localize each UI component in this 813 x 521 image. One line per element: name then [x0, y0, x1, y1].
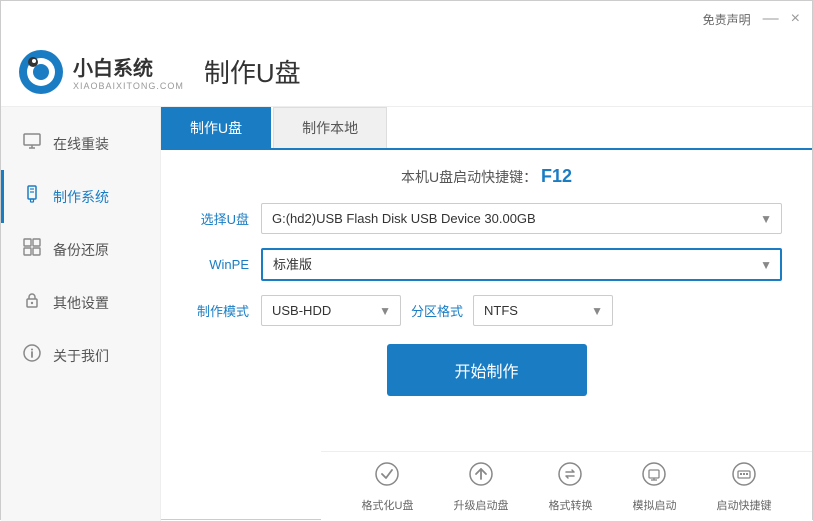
toolbar-label-format-convert: 格式转换 [548, 497, 592, 513]
sidebar-label-other-settings: 其他设置 [53, 293, 109, 313]
minimize-button[interactable]: — [763, 11, 779, 27]
sidebar-item-other-settings[interactable]: 其他设置 [1, 276, 160, 329]
sidebar-item-online-reinstall[interactable]: 在线重装 [1, 117, 160, 170]
toolbar-item-format-convert[interactable]: 格式转换 [548, 461, 592, 513]
mode-select-container: USB-HDD USB-ZIP ▼ [261, 295, 401, 326]
partition-label: 分区格式 [411, 301, 463, 320]
info-icon [21, 343, 43, 368]
toolbar-item-boot-hotkey[interactable]: 启动快捷键 [716, 461, 771, 513]
upgrade-boot-icon [468, 461, 494, 493]
usb-select[interactable]: G:(hd2)USB Flash Disk USB Device 30.00GB [261, 203, 782, 234]
close-button[interactable]: × [791, 11, 800, 27]
logo-text: 小白系统 XIAOBAIXITONG.COM [73, 52, 184, 91]
titlebar: 免责声明 — × [1, 1, 812, 37]
split-field: USB-HDD USB-ZIP ▼ 分区格式 NTFS FAT32 exFAT … [261, 295, 782, 326]
toolbar-item-format-usb[interactable]: 格式化U盘 [362, 461, 414, 513]
tab-make-local[interactable]: 制作本地 [273, 107, 387, 148]
winpe-select-container: 标准版 全功能版 ▼ [261, 248, 782, 281]
tabs: 制作U盘 制作本地 [161, 107, 812, 150]
toolbar-item-upgrade-boot[interactable]: 升级启动盘 [453, 461, 508, 513]
toolbar-label-simulate-boot: 模拟启动 [632, 497, 676, 513]
partition-select[interactable]: NTFS FAT32 exFAT [473, 295, 613, 326]
boot-hotkey-icon [731, 461, 757, 493]
lock-icon [21, 290, 43, 315]
page-title: 制作U盘 [204, 53, 301, 90]
format-convert-icon [557, 461, 583, 493]
active-bar [1, 170, 4, 223]
sidebar-label-about-us: 关于我们 [53, 346, 109, 366]
winpe-row: WinPE 标准版 全功能版 ▼ [191, 248, 782, 281]
usb-label: 选择U盘 [191, 209, 261, 228]
tab-make-usb[interactable]: 制作U盘 [161, 107, 271, 148]
logo-icon [17, 48, 65, 96]
hotkey-hint: 本机U盘启动快捷键： F12 [191, 166, 782, 187]
titlebar-actions: 免责声明 — × [703, 11, 800, 28]
usb-select-wrapper: G:(hd2)USB Flash Disk USB Device 30.00GB… [261, 203, 782, 234]
backup-icon [21, 237, 43, 262]
sidebar-item-about-us[interactable]: 关于我们 [1, 329, 160, 382]
disclaimer-link[interactable]: 免责声明 [703, 11, 751, 28]
header: 小白系统 XIAOBAIXITONG.COM 制作U盘 [1, 37, 812, 107]
logo-sub: XIAOBAIXITONG.COM [73, 81, 184, 91]
sidebar-item-backup-restore[interactable]: 备份还原 [1, 223, 160, 276]
mode-select[interactable]: USB-HDD USB-ZIP [261, 295, 401, 326]
toolbar-label-format-usb: 格式化U盘 [362, 497, 414, 513]
monitor-icon [21, 131, 43, 156]
toolbar-item-simulate-boot[interactable]: 模拟启动 [632, 461, 676, 513]
usb-icon [21, 184, 43, 209]
winpe-label: WinPE [191, 257, 261, 272]
format-usb-icon [374, 461, 400, 493]
winpe-select[interactable]: 标准版 全功能版 [261, 248, 782, 281]
hotkey-prefix: 本机U盘启动快捷键： [401, 169, 537, 185]
usb-select-container: G:(hd2)USB Flash Disk USB Device 30.00GB… [261, 203, 782, 234]
logo-title: 小白系统 [73, 52, 184, 81]
sidebar-label-make-system: 制作系统 [53, 187, 109, 207]
form-area: 本机U盘启动快捷键： F12 选择U盘 G:(hd2)USB Flash Dis… [161, 150, 812, 412]
sidebar-label-backup-restore: 备份还原 [53, 240, 109, 260]
toolbar-label-upgrade-boot: 升级启动盘 [453, 497, 508, 513]
main-layout: 在线重装 制作系统 [1, 107, 812, 521]
bottom-toolbar: 格式化U盘 升级启动盘 [321, 451, 812, 521]
hotkey-value: F12 [541, 166, 572, 186]
content-area: 制作U盘 制作本地 本机U盘启动快捷键： F12 选择U盘 G:(hd2)USB… [161, 107, 812, 521]
sidebar-item-make-system[interactable]: 制作系统 [1, 170, 160, 223]
usb-select-row: 选择U盘 G:(hd2)USB Flash Disk USB Device 30… [191, 203, 782, 234]
toolbar-label-boot-hotkey: 启动快捷键 [716, 497, 771, 513]
partition-select-container: NTFS FAT32 exFAT ▼ [473, 295, 613, 326]
logo-area: 小白系统 XIAOBAIXITONG.COM [17, 48, 184, 96]
winpe-select-wrapper: 标准版 全功能版 ▼ [261, 248, 782, 281]
start-make-button[interactable]: 开始制作 [387, 344, 587, 396]
mode-label: 制作模式 [191, 301, 261, 320]
sidebar: 在线重装 制作系统 [1, 107, 161, 521]
mode-partition-row: 制作模式 USB-HDD USB-ZIP ▼ 分区格式 NTFS FAT32 [191, 295, 782, 326]
simulate-boot-icon [641, 461, 667, 493]
sidebar-label-online-reinstall: 在线重装 [53, 134, 109, 154]
